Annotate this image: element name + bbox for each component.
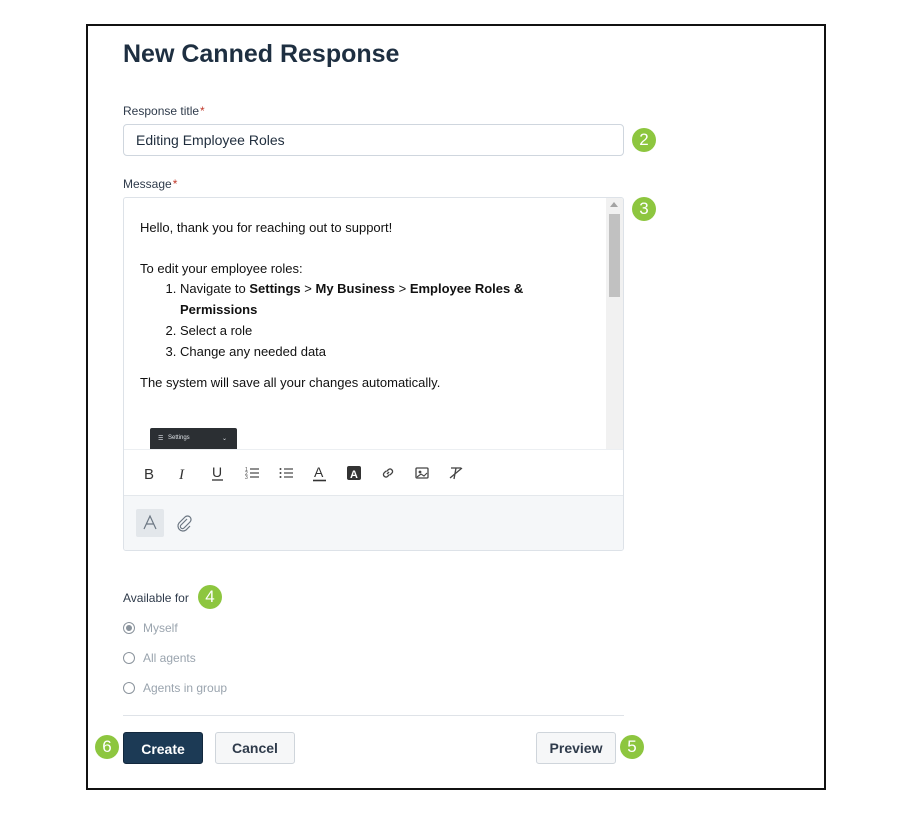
response-title-input[interactable] [123, 124, 624, 156]
closing-text: The system will save all your changes au… [140, 375, 441, 390]
list-item: Navigate to Settings > My Business > Emp… [180, 278, 560, 320]
preview-button[interactable]: Preview [536, 732, 616, 764]
radio-button[interactable] [123, 622, 135, 634]
radio-label: Myself [143, 621, 178, 635]
scroll-up-arrow-icon[interactable] [610, 202, 618, 207]
svg-text:B: B [144, 466, 154, 483]
radio-option-agents-in-group[interactable]: Agents in group [123, 679, 227, 697]
bold-icon[interactable]: B [140, 463, 160, 483]
attach-button[interactable] [170, 509, 198, 537]
underline-icon[interactable]: U [208, 463, 228, 483]
steps-list: Navigate to Settings > My Business > Emp… [140, 278, 560, 362]
create-button[interactable]: Create [123, 732, 203, 764]
radio-label: All agents [143, 651, 196, 665]
svg-text:3: 3 [245, 475, 248, 481]
step-bold-settings: Settings [249, 281, 301, 296]
italic-icon[interactable]: I [174, 463, 194, 483]
link-icon[interactable] [378, 463, 398, 483]
font-icon [143, 514, 157, 530]
paperclip-icon [177, 515, 192, 532]
divider [123, 715, 624, 716]
radio-button[interactable] [123, 652, 135, 664]
svg-text:A: A [350, 469, 358, 481]
editor-footer [124, 495, 623, 550]
message-label-text: Message [123, 177, 172, 191]
step-separator: > [394, 281, 410, 296]
message-label: Message* [123, 177, 177, 191]
radio-option-all-agents[interactable]: All agents [123, 649, 196, 667]
menu-icon: ☰ [158, 436, 164, 442]
step-badge-5: 5 [620, 735, 644, 759]
bullet-list-icon[interactable] [276, 463, 296, 483]
image-icon[interactable] [412, 463, 432, 483]
step-separator: > [300, 281, 316, 296]
response-title-label-text: Response title [123, 104, 200, 118]
svg-text:U: U [212, 464, 222, 480]
step-badge-4: 4 [198, 585, 222, 609]
page-title: New Canned Response [123, 40, 400, 68]
greeting-text: Hello, thank you for reaching out to sup… [140, 220, 393, 235]
required-mark: * [200, 104, 205, 118]
image-caption: Settings [168, 435, 190, 441]
available-for-label: Available for [123, 591, 189, 605]
chevron-down-icon: ⌄ [222, 436, 228, 442]
svg-text:A: A [314, 464, 324, 480]
step-bold-business: My Business [315, 281, 395, 296]
text-color-icon[interactable]: A [310, 463, 330, 483]
required-mark: * [172, 177, 178, 191]
list-item: Select a role [180, 320, 560, 341]
formatting-toolbar: B I U 123 A A [124, 449, 623, 496]
ordered-list-icon[interactable]: 123 [242, 463, 262, 483]
clear-format-icon[interactable] [446, 463, 466, 483]
cancel-button[interactable]: Cancel [215, 732, 295, 764]
embedded-screenshot-image[interactable]: ☰ Settings ⌄ [150, 428, 237, 449]
radio-button[interactable] [123, 682, 135, 694]
step-badge-6: 6 [95, 735, 119, 759]
step-prefix: Navigate to [180, 281, 250, 296]
step-badge-3: 3 [632, 197, 656, 221]
radio-label: Agents in group [143, 681, 228, 695]
svg-text:I: I [178, 467, 185, 483]
radio-option-myself[interactable]: Myself [123, 619, 178, 637]
scrollbar-thumb[interactable] [609, 214, 620, 297]
message-editor[interactable]: Hello, thank you for reaching out to sup… [123, 197, 624, 551]
intro-text: To edit your employee roles: [140, 261, 303, 276]
font-style-button[interactable] [136, 509, 164, 537]
response-title-label: Response title* [123, 104, 205, 118]
list-item: Change any needed data [180, 341, 560, 362]
step-badge-2: 2 [632, 128, 656, 152]
highlight-icon[interactable]: A [344, 463, 364, 483]
editor-content[interactable]: Hello, thank you for reaching out to sup… [124, 198, 606, 449]
